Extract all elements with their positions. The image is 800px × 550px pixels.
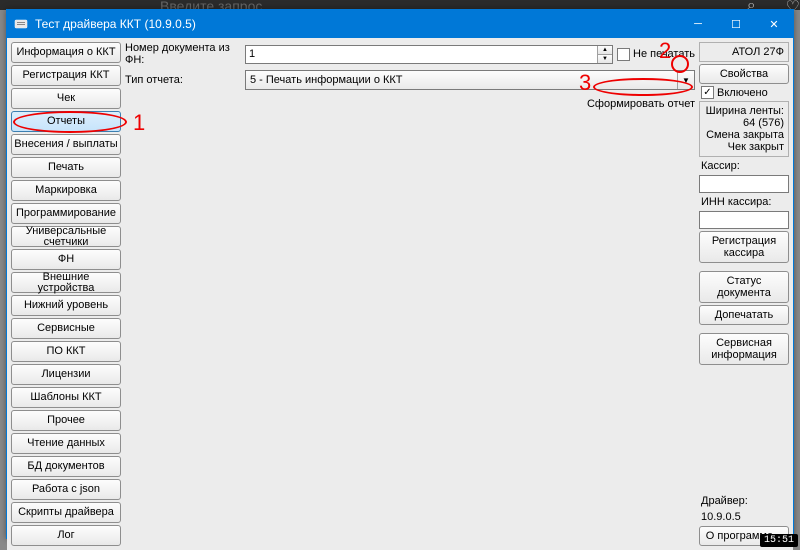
sidebar-item[interactable]: Работа с json — [11, 479, 121, 500]
checkbox-box[interactable]: ✓ — [701, 86, 714, 99]
sidebar-item[interactable]: Скрипты драйвера — [11, 502, 121, 523]
sidebar-item[interactable]: Универсальные счетчики — [11, 226, 121, 247]
sidebar: Информация о ККТРегистрация ККТЧекОтчеты… — [11, 42, 121, 546]
device-name: АТОЛ 27Ф — [699, 42, 789, 62]
close-button[interactable]: ✕ — [755, 10, 793, 38]
sidebar-item[interactable]: Прочее — [11, 410, 121, 431]
sidebar-item[interactable]: Лог — [11, 525, 121, 546]
sidebar-item[interactable]: Нижний уровень — [11, 295, 121, 316]
cashier-label: Кассир: — [699, 159, 789, 173]
cashier-input[interactable] — [699, 175, 789, 193]
shift-status: Смена закрыта — [704, 129, 784, 141]
sidebar-item[interactable]: Чтение данных — [11, 433, 121, 454]
sidebar-item[interactable]: Шаблоны ККТ — [11, 387, 121, 408]
form-report-button[interactable]: Сформировать отчет — [587, 98, 695, 110]
enabled-checkbox[interactable]: ✓ Включено — [699, 86, 789, 99]
driver-label: Драйвер: — [699, 494, 789, 508]
right-panel: АТОЛ 27Ф Свойства ✓ Включено Ширина лент… — [699, 42, 789, 546]
window-title: Тест драйвера ККТ (10.9.0.5) — [35, 17, 679, 31]
titlebar[interactable]: Тест драйвера ККТ (10.9.0.5) ─ ☐ ✕ — [7, 10, 793, 38]
app-icon — [13, 16, 29, 32]
sidebar-item[interactable]: Печать — [11, 157, 121, 178]
properties-button[interactable]: Свойства — [699, 64, 789, 84]
doc-num-label: Номер документа из ФН: — [125, 42, 241, 66]
cashier-inn-label: ИНН кассира: — [699, 195, 789, 209]
report-type-label: Тип отчета: — [125, 74, 241, 86]
tape-width-value: 64 (576) — [704, 117, 784, 129]
doc-num-input[interactable]: ▲ ▼ — [245, 45, 613, 64]
sidebar-item[interactable]: Отчеты — [11, 111, 121, 132]
spin-down-icon[interactable]: ▼ — [598, 55, 612, 63]
maximize-button[interactable]: ☐ — [717, 10, 755, 38]
cashier-inn-input[interactable] — [699, 211, 789, 229]
enabled-label: Включено — [717, 87, 768, 99]
reprint-button[interactable]: Допечатать — [699, 305, 789, 325]
check-status: Чек закрыт — [704, 141, 784, 153]
minimize-button[interactable]: ─ — [679, 10, 717, 38]
driver-version: 10.9.0.5 — [699, 510, 789, 524]
doc-status-button[interactable]: Статус документа — [699, 271, 789, 303]
register-cashier-button[interactable]: Регистрация кассира — [699, 231, 789, 263]
no-print-checkbox[interactable]: Не печатать — [617, 48, 695, 61]
sidebar-item[interactable]: Регистрация ККТ — [11, 65, 121, 86]
chevron-down-icon[interactable]: ▼ — [677, 71, 694, 89]
sidebar-item[interactable]: ФН — [11, 249, 121, 270]
sidebar-item[interactable]: Внесения / выплаты — [11, 134, 121, 155]
main-window: Тест драйвера ККТ (10.9.0.5) ─ ☐ ✕ Инфор… — [6, 9, 794, 539]
sidebar-item[interactable]: Маркировка — [11, 180, 121, 201]
sidebar-item[interactable]: Внешние устройства — [11, 272, 121, 293]
sidebar-item[interactable]: Лицензии — [11, 364, 121, 385]
sidebar-item[interactable]: Чек — [11, 88, 121, 109]
center-panel: Номер документа из ФН: ▲ ▼ Не печатать Т… — [125, 42, 695, 546]
sidebar-item[interactable]: Сервисные — [11, 318, 121, 339]
sidebar-item[interactable]: ПО ККТ — [11, 341, 121, 362]
no-print-label: Не печатать — [633, 48, 695, 60]
service-info-button[interactable]: Сервисная информация — [699, 333, 789, 365]
sidebar-item[interactable]: БД документов — [11, 456, 121, 477]
sidebar-item[interactable]: Информация о ККТ — [11, 42, 121, 63]
doc-num-spinner[interactable]: ▲ ▼ — [597, 46, 612, 63]
tape-width-label: Ширина ленты: — [704, 105, 784, 117]
checkbox-box[interactable] — [617, 48, 630, 61]
taskbar-clock: 15:51 — [760, 534, 798, 547]
spin-up-icon[interactable]: ▲ — [598, 46, 612, 55]
sidebar-item[interactable]: Программирование — [11, 203, 121, 224]
doc-num-field[interactable] — [246, 46, 597, 63]
report-type-dropdown[interactable]: 5 - Печать информации о ККТ ▼ — [245, 70, 695, 90]
status-info-block: Ширина ленты: 64 (576) Смена закрыта Чек… — [699, 101, 789, 157]
report-type-value: 5 - Печать информации о ККТ — [250, 74, 403, 86]
